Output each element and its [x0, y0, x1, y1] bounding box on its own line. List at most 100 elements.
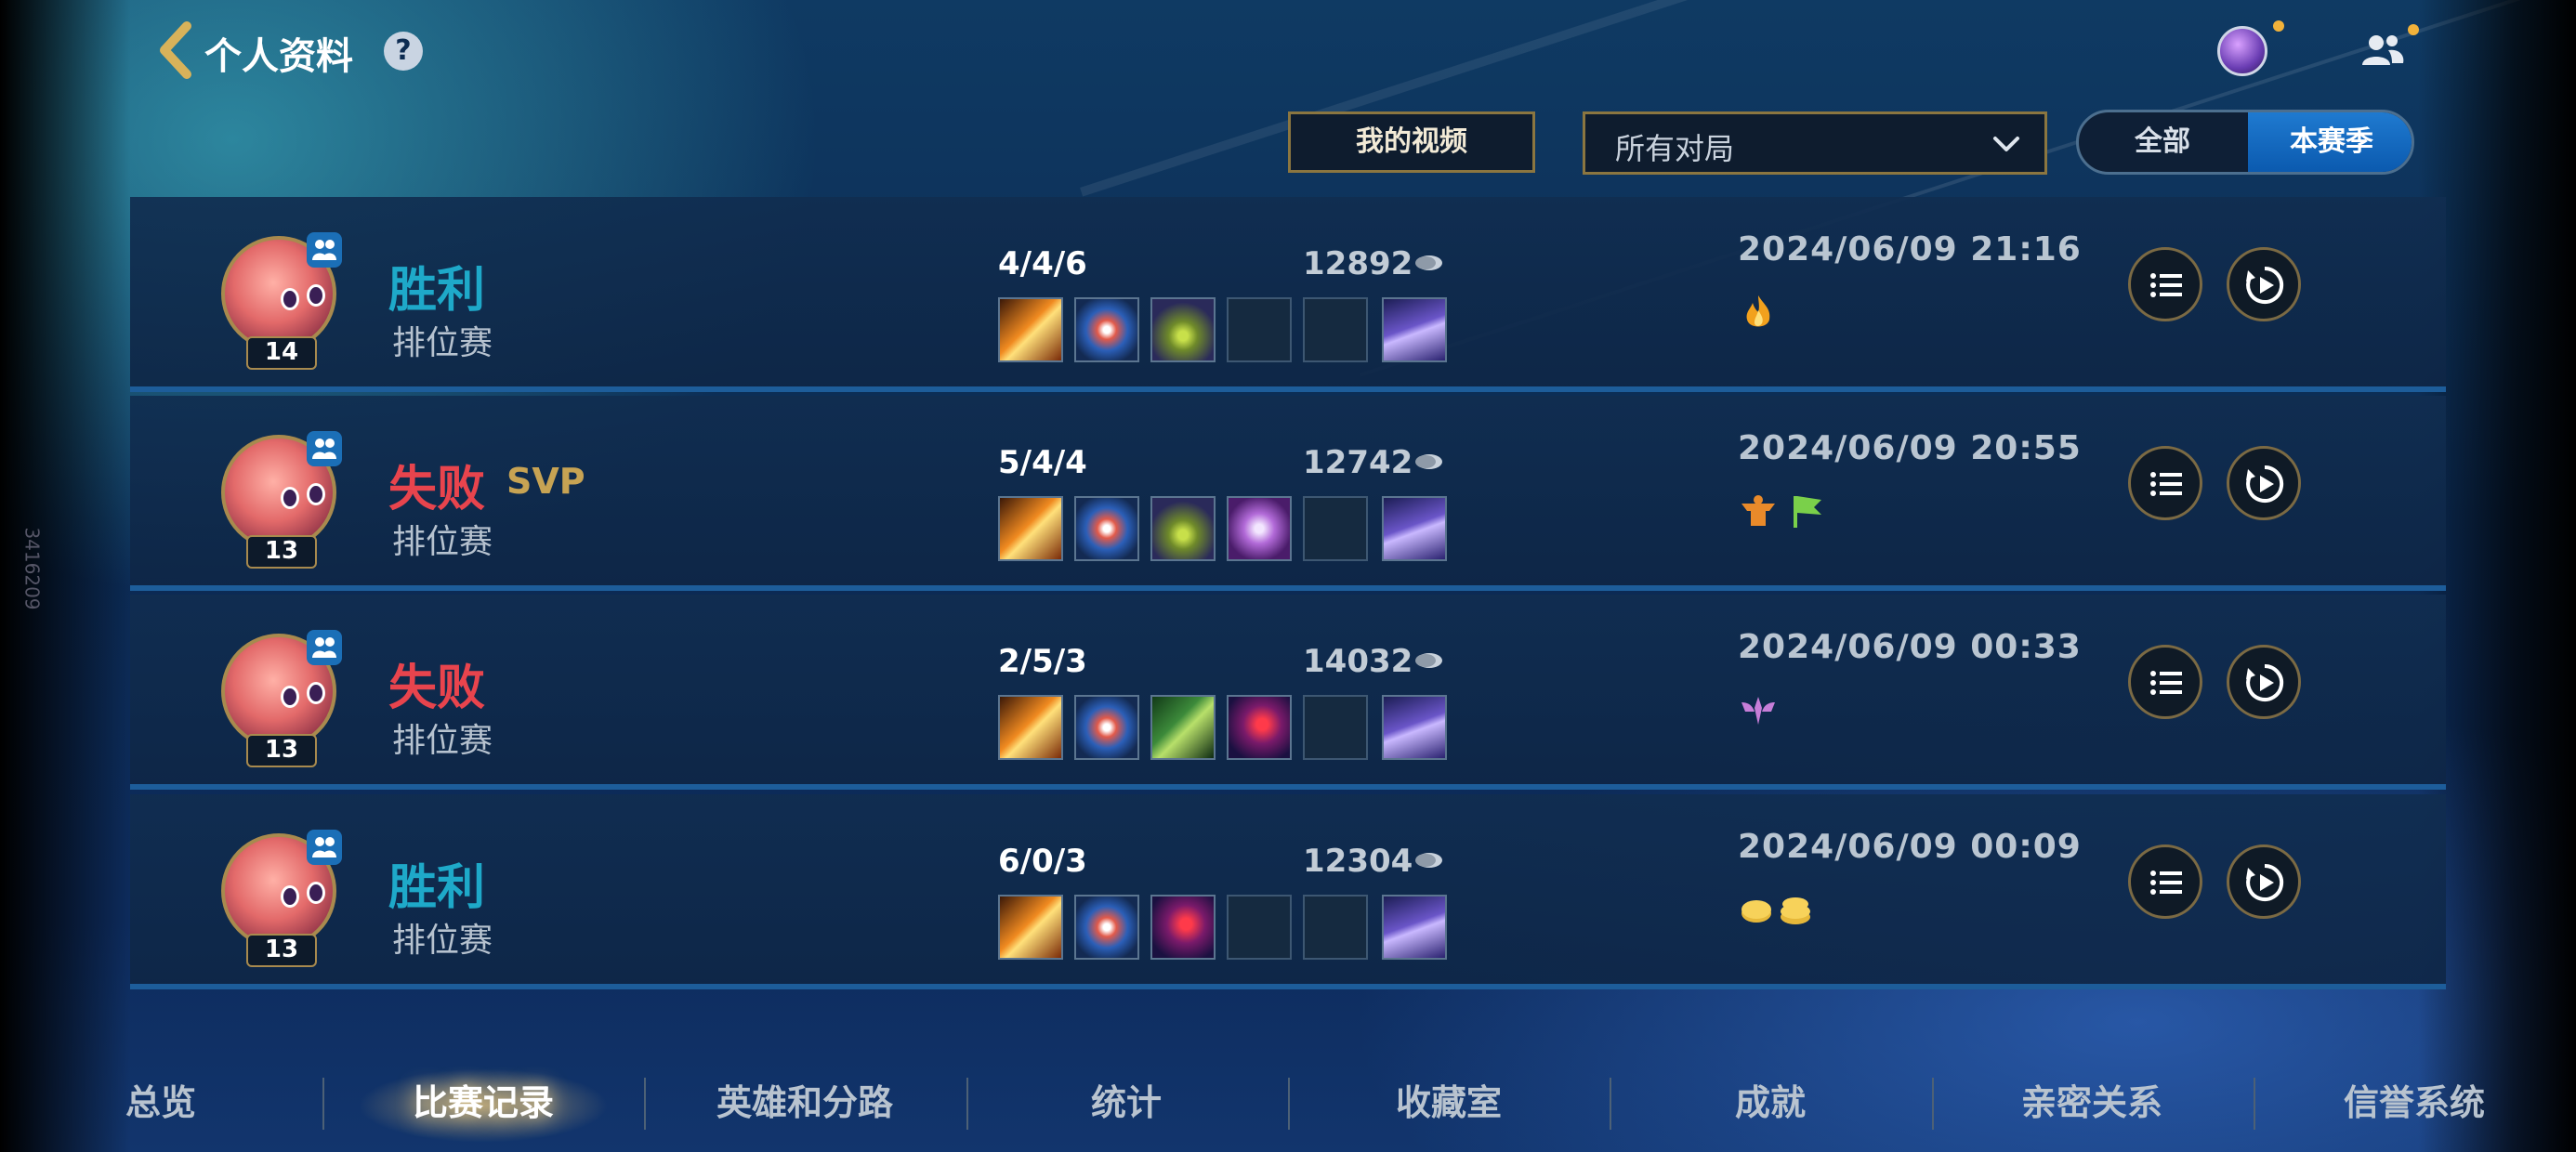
match-result: 胜利 — [388, 860, 486, 916]
replay-button[interactable] — [2227, 247, 2301, 321]
tab-5[interactable]: 成就 — [1735, 1074, 1806, 1125]
match-row[interactable]: 13 胜利 排位赛 6/0/3 12304 2024/06/09 00:09 — [130, 794, 2446, 989]
replay-icon — [2246, 663, 2284, 701]
mask-item-icon[interactable] — [1150, 895, 1216, 960]
match-details-button[interactable] — [2128, 844, 2202, 919]
champion-level: 13 — [246, 734, 317, 767]
gold-icon — [1415, 255, 1442, 270]
device-id-label: 3416209 — [20, 527, 44, 610]
empty-item-slot[interactable] — [1303, 496, 1368, 561]
match-details-button[interactable] — [2128, 645, 2202, 719]
gold-icon — [1415, 653, 1442, 668]
party-icon — [307, 630, 342, 665]
crossbow-item-icon[interactable] — [1074, 496, 1139, 561]
kda: 6/0/3 — [998, 843, 1087, 880]
tab-4[interactable]: 收藏室 — [1396, 1074, 1502, 1125]
champion-level: 13 — [246, 934, 317, 967]
match-filter-value: 所有对局 — [1615, 131, 1735, 166]
fire-badge-icon — [1738, 292, 1779, 333]
tab-7[interactable]: 信誉系统 — [2344, 1074, 2485, 1125]
match-details-button[interactable] — [2128, 446, 2202, 520]
support-badge-icon — [1738, 689, 1779, 730]
champion-level: 14 — [246, 336, 317, 370]
tab-3[interactable]: 统计 — [1091, 1074, 1162, 1125]
sword-item-icon[interactable] — [998, 496, 1063, 561]
boots-item-icon[interactable] — [1382, 895, 1447, 960]
queue-type: 排位赛 — [392, 324, 493, 362]
tab-6[interactable]: 亲密关系 — [2021, 1074, 2162, 1125]
empty-item-slot[interactable] — [1303, 895, 1368, 960]
replay-icon — [2246, 863, 2284, 901]
match-time: 2024/06/09 21:16 — [1738, 230, 2082, 268]
empty-item-slot[interactable] — [1227, 297, 1292, 362]
tab-0[interactable]: 总览 — [125, 1074, 196, 1125]
sword-item-icon[interactable] — [998, 695, 1063, 760]
match-time: 2024/06/09 00:09 — [1738, 828, 2082, 866]
queue-type: 排位赛 — [392, 523, 493, 561]
empty-item-slot[interactable] — [1227, 895, 1292, 960]
crossbow-item-icon[interactable] — [1074, 695, 1139, 760]
crossbow-item-icon[interactable] — [1074, 895, 1139, 960]
gold-earned: 14032 — [1303, 643, 1413, 680]
tab-2[interactable]: 英雄和分路 — [716, 1074, 893, 1125]
gold-earned: 12892 — [1303, 245, 1413, 282]
chevron-down-icon — [1993, 137, 2019, 151]
tab-divider — [2254, 1078, 2255, 1130]
list-icon — [2150, 472, 2182, 496]
sword-item-icon[interactable] — [998, 297, 1063, 362]
queue-type: 排位赛 — [392, 722, 493, 760]
season-current-option[interactable]: 本赛季 — [2248, 112, 2412, 172]
tab-divider — [1610, 1078, 1611, 1130]
party-icon — [307, 431, 342, 466]
empty-item-slot[interactable] — [1303, 695, 1368, 760]
back-arrow-icon[interactable] — [153, 20, 200, 80]
replay-button[interactable] — [2227, 844, 2301, 919]
boots-item-icon[interactable] — [1382, 496, 1447, 561]
page-title: 个人资料 — [204, 35, 353, 78]
match-row[interactable]: 13 失败 SVP 排位赛 5/4/4 12742 2024/06/09 20:55 — [130, 396, 2446, 591]
avatar-icon[interactable] — [2217, 26, 2267, 76]
crown-item-icon[interactable] — [1150, 297, 1216, 362]
tab-divider — [966, 1078, 968, 1130]
match-filter-dropdown[interactable]: 所有对局 — [1583, 111, 2047, 175]
boots-item-icon[interactable] — [1382, 695, 1447, 760]
replay-button[interactable] — [2227, 446, 2301, 520]
notification-dot — [2273, 20, 2284, 32]
tab-divider — [644, 1078, 646, 1130]
help-icon[interactable]: ? — [384, 32, 423, 71]
tab-1[interactable]: 比赛记录 — [413, 1074, 554, 1125]
party-icon — [307, 830, 342, 865]
party-icon — [307, 232, 342, 268]
mask-item-icon[interactable] — [1227, 695, 1292, 760]
tab-divider — [1288, 1078, 1290, 1130]
champion-eye — [281, 487, 299, 509]
tab-divider — [322, 1078, 324, 1130]
list-icon — [2150, 273, 2182, 297]
season-toggle[interactable]: 全部 本赛季 — [2076, 110, 2414, 175]
match-row[interactable]: 14 胜利 排位赛 4/4/6 12892 2024/06/09 21:16 — [130, 197, 2446, 392]
match-result: 失败 — [388, 661, 486, 716]
replay-icon — [2246, 266, 2284, 304]
champion-eye — [307, 682, 325, 704]
orb-item-icon[interactable] — [1227, 496, 1292, 561]
champion-level: 13 — [246, 535, 317, 569]
replay-button[interactable] — [2227, 645, 2301, 719]
crown-item-icon[interactable] — [1150, 496, 1216, 561]
my-videos-button[interactable]: 我的视频 — [1288, 111, 1535, 173]
sword-item-icon[interactable] — [998, 895, 1063, 960]
empty-item-slot[interactable] — [1303, 297, 1368, 362]
coins-badge-icon — [1738, 889, 1821, 930]
match-time: 2024/06/09 00:33 — [1738, 628, 2082, 666]
kda: 2/5/3 — [998, 643, 1087, 680]
match-row[interactable]: 13 失败排位赛 2/5/3 14032 2024/06/09 00:33 — [130, 595, 2446, 790]
list-icon — [2150, 671, 2182, 695]
gold-earned: 12742 — [1303, 444, 1413, 481]
match-details-button[interactable] — [2128, 247, 2202, 321]
flag-badge-icon — [1786, 491, 1827, 531]
notification-dot — [2408, 24, 2419, 35]
friends-icon[interactable] — [2360, 32, 2405, 69]
season-all-option[interactable]: 全部 — [2079, 112, 2246, 172]
boots-item-icon[interactable] — [1382, 297, 1447, 362]
claw-item-icon[interactable] — [1150, 695, 1216, 760]
crossbow-item-icon[interactable] — [1074, 297, 1139, 362]
